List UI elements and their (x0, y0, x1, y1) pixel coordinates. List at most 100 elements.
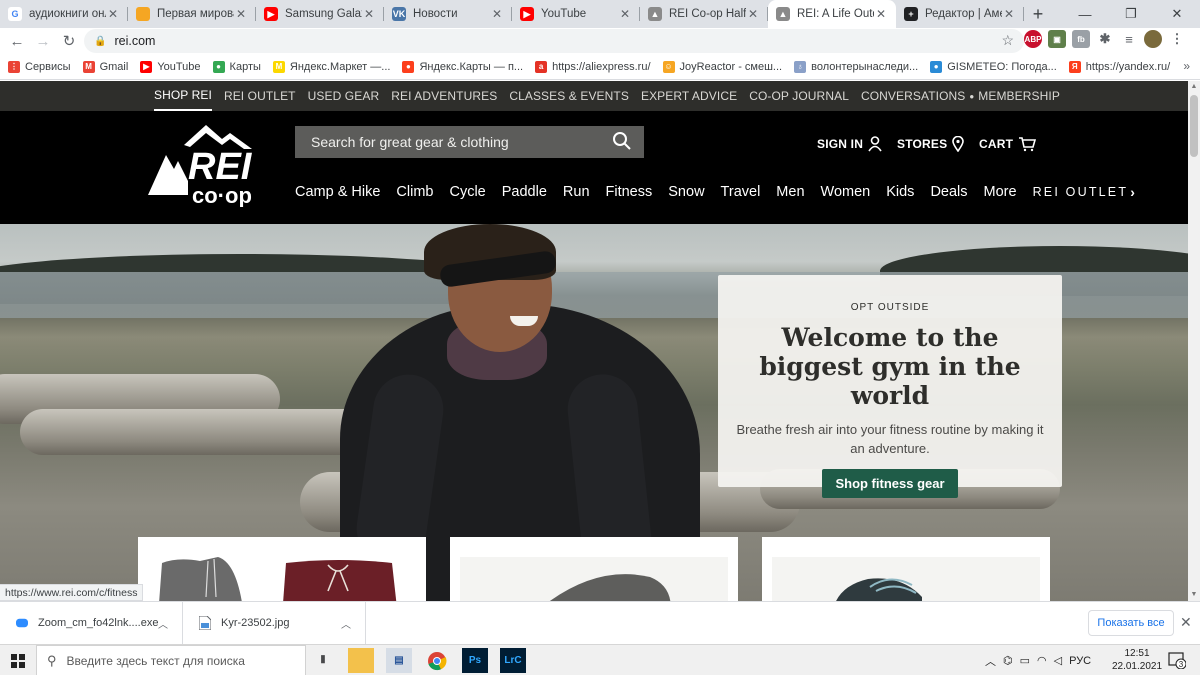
rei-outlet-link[interactable]: REI OUTLET (1033, 185, 1129, 199)
category-nav-item[interactable]: Travel (721, 184, 761, 200)
bookmark-star-icon[interactable]: ☆ (1001, 32, 1014, 49)
category-nav-item[interactable]: Women (821, 184, 871, 200)
show-all-downloads-button[interactable]: Показать все (1088, 610, 1174, 636)
browser-tab[interactable]: VK Новости ✕ (384, 0, 512, 28)
bookmark-item[interactable]: ● Карты (212, 60, 261, 73)
hero-banner[interactable]: OPT OUTSIDE Welcome to the biggest gym i… (0, 224, 1188, 601)
app-icon[interactable]: ▤ (386, 648, 412, 673)
avatar[interactable] (1144, 30, 1162, 48)
bookmark-item[interactable]: ● Яндекс.Карты — п... (402, 60, 523, 73)
chevron-right-icon[interactable]: › (1130, 184, 1135, 200)
windows-start-icon[interactable] (0, 645, 36, 675)
close-tab-icon[interactable]: ✕ (1002, 7, 1016, 21)
photoshop-icon[interactable]: Ps (462, 648, 488, 673)
bookmark-item[interactable]: a https://aliexpress.ru/ (535, 60, 651, 73)
close-icon[interactable]: ✕ (1180, 614, 1192, 631)
clock[interactable]: 12:51 22.01.2021 (1110, 647, 1164, 673)
global-nav-item[interactable]: REI ADVENTURES (391, 81, 497, 111)
category-nav-item[interactable]: Fitness (606, 184, 653, 200)
close-tab-icon[interactable]: ✕ (618, 7, 632, 21)
close-tab-icon[interactable]: ✕ (234, 7, 248, 21)
bookmarks-more[interactable]: » (1183, 59, 1190, 73)
category-nav-item[interactable]: Men (776, 184, 804, 200)
product-card[interactable] (450, 537, 738, 601)
category-nav-item[interactable]: More (984, 184, 1017, 200)
address-bar[interactable]: 🔒 rei.com ☆ (84, 29, 1024, 53)
reading-list-icon[interactable]: ≡ (1120, 30, 1138, 48)
browser-tab[interactable]: ▲ REI Co-op Half Dome✕ (640, 0, 768, 28)
category-nav-item[interactable]: Run (563, 184, 590, 200)
bookmark-item[interactable]: M Gmail (82, 60, 128, 73)
category-nav-item[interactable]: Climb (396, 184, 433, 200)
menu-icon[interactable]: ⋮ (1168, 30, 1186, 48)
browser-tab[interactable]: ▲ REI: A Life Outdoors✕ (768, 0, 896, 28)
taskbar-search-input[interactable]: ⚲ Введите здесь текст для поиска (36, 645, 306, 675)
download-item[interactable]: Zoom_cm_fo42lnk....exe ︿ (0, 601, 183, 645)
wifi-icon[interactable]: ◠ (1037, 654, 1047, 667)
browser-tab[interactable]: Gаудиокниги онлайн✕ (0, 0, 128, 28)
browser-tab[interactable]: ▶ YouTube ✕ (512, 0, 640, 28)
extension-icon[interactable]: fb (1072, 30, 1090, 48)
sign-in-link[interactable]: SIGN IN (817, 136, 882, 152)
search-input[interactable]: Search for great gear & clothing (295, 126, 644, 158)
bookmark-item[interactable]: ♁ волонтерынаследи... (794, 60, 918, 73)
volume-icon[interactable]: ◁ (1054, 654, 1062, 667)
global-nav-item[interactable]: CONVERSATIONS (861, 81, 965, 111)
global-nav-item[interactable]: CO-OP JOURNAL (749, 81, 849, 111)
chevron-up-icon[interactable]: ︿ (985, 653, 996, 669)
global-nav-item[interactable]: MEMBERSHIP (978, 81, 1060, 111)
category-nav-item[interactable]: Snow (668, 184, 704, 200)
bookmark-item[interactable]: ● GISMETEO: Погода... (930, 60, 1057, 73)
global-nav-item[interactable]: USED GEAR (308, 81, 380, 111)
notifications-icon[interactable]: 3 (1168, 651, 1186, 669)
search-icon[interactable] (612, 131, 632, 151)
lightroom-icon[interactable]: LrC (500, 648, 526, 673)
category-nav-item[interactable]: Kids (886, 184, 914, 200)
network-icon[interactable]: ⌬ (1003, 654, 1013, 667)
bookmark-item[interactable]: M Яндекс.Маркет —... (272, 60, 390, 73)
scroll-down-icon[interactable]: ▼ (1188, 589, 1200, 601)
browser-tab[interactable]: ▶ Samsung Galaxy✕ (256, 0, 384, 28)
rei-logo[interactable]: REI co·op (148, 125, 272, 207)
scroll-up-icon[interactable]: ▲ (1188, 81, 1200, 93)
chrome-icon[interactable] (424, 648, 450, 673)
global-nav-item[interactable]: CLASSES & EVENTS (509, 81, 629, 111)
close-tab-icon[interactable]: ✕ (106, 7, 120, 21)
cart-link[interactable]: CART (979, 136, 1037, 152)
minimize-icon[interactable]: — (1062, 0, 1108, 28)
puzzle-icon[interactable]: ✱ (1096, 30, 1114, 48)
bookmark-item[interactable]: ⋮ Сервисы (8, 60, 71, 73)
category-nav-item[interactable]: Paddle (502, 184, 547, 200)
back-arrow-icon[interactable]: ← (4, 28, 30, 54)
bookmark-item[interactable]: Яhttps://yandex.ru/ (1068, 60, 1170, 73)
global-nav-item[interactable]: REI OUTLET (224, 81, 296, 111)
extension-icon[interactable]: ▣ (1048, 30, 1066, 48)
bookmark-item[interactable]: ▶ YouTube (140, 60, 201, 73)
scroll-thumb[interactable] (1190, 95, 1198, 157)
task-view-icon[interactable]: ⫴ (310, 648, 336, 673)
global-nav-item[interactable]: SHOP REI (154, 81, 212, 111)
close-tab-icon[interactable]: ✕ (874, 7, 888, 21)
product-card[interactable] (762, 537, 1050, 601)
close-tab-icon[interactable]: ✕ (362, 7, 376, 21)
language-indicator[interactable]: РУС (1069, 655, 1091, 667)
battery-icon[interactable]: ▭ (1020, 654, 1030, 667)
browser-tab[interactable]: Первая мировая✕ (128, 0, 256, 28)
close-tab-icon[interactable]: ✕ (746, 7, 760, 21)
forward-arrow-icon[interactable]: → (30, 28, 56, 54)
file-explorer-icon[interactable] (348, 648, 374, 673)
shop-fitness-button[interactable]: Shop fitness gear (822, 469, 958, 498)
bookmark-item[interactable]: ☺ JoyReactor - смеш... (662, 60, 782, 73)
close-window-icon[interactable]: ✕ (1154, 0, 1200, 28)
close-tab-icon[interactable]: ✕ (490, 7, 504, 21)
lock-icon[interactable]: 🔒 (94, 36, 106, 47)
global-nav-item[interactable]: EXPERT ADVICE (641, 81, 737, 111)
chevron-up-icon[interactable]: ︿ (158, 616, 168, 631)
adblock-icon[interactable]: ABP (1024, 30, 1042, 48)
chevron-up-icon[interactable]: ︿ (341, 616, 351, 631)
product-card[interactable] (138, 537, 426, 601)
page-scrollbar[interactable]: ▲ ▼ (1188, 81, 1200, 601)
category-nav-item[interactable]: Deals (930, 184, 967, 200)
category-nav-item[interactable]: Camp & Hike (295, 184, 380, 200)
browser-tab[interactable]: + Редактор | Америка✕ (896, 0, 1024, 28)
